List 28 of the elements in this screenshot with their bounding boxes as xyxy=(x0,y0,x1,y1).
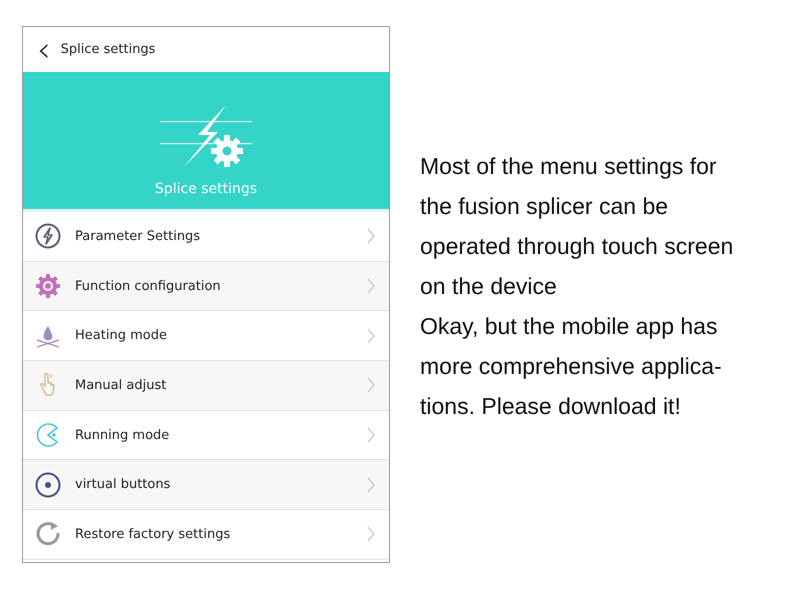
menu-item[interactable]: Function configuration xyxy=(23,262,389,312)
menu-label: Manual adjust xyxy=(75,378,168,393)
menu-label: Parameter Settings xyxy=(75,228,202,244)
refresh-icon xyxy=(35,521,61,548)
menu-label: Heating mode xyxy=(75,328,168,344)
chevron-right-icon xyxy=(367,476,375,493)
screen-title: Splice settings xyxy=(60,42,156,57)
menu-label: Restore factory settings xyxy=(75,526,232,542)
lightning-gear-icon xyxy=(160,105,252,167)
caption-paragraph: Okay, but the mobile app has more comprehensive applica- tions. Please download it! xyxy=(420,312,723,421)
chevron-right-icon xyxy=(367,228,375,244)
menu-label: Running mode xyxy=(75,428,170,443)
menu-item[interactable]: Manual adjust xyxy=(23,361,389,411)
back-button[interactable]: ‹ xyxy=(37,34,51,64)
chevron-right-icon xyxy=(367,328,375,344)
caption-paragraph: Most of the menu settings for the fusion splicer can be operated through touch screen on the device xyxy=(420,152,734,301)
menu-item[interactable]: virtual buttons xyxy=(23,460,389,510)
gear-icon xyxy=(35,273,61,300)
chevron-right-icon xyxy=(367,427,375,444)
chevron-right-icon xyxy=(367,377,375,394)
chevron-right-icon xyxy=(367,526,375,542)
menu-label: virtual buttons xyxy=(75,477,172,492)
lightning-icon xyxy=(35,223,61,250)
menu-label: Function configuration xyxy=(75,278,222,294)
radio-dot-icon xyxy=(35,472,61,498)
pacman-icon xyxy=(35,422,61,448)
banner-title: Splice settings xyxy=(154,181,258,197)
chevron-right-icon xyxy=(367,278,375,294)
